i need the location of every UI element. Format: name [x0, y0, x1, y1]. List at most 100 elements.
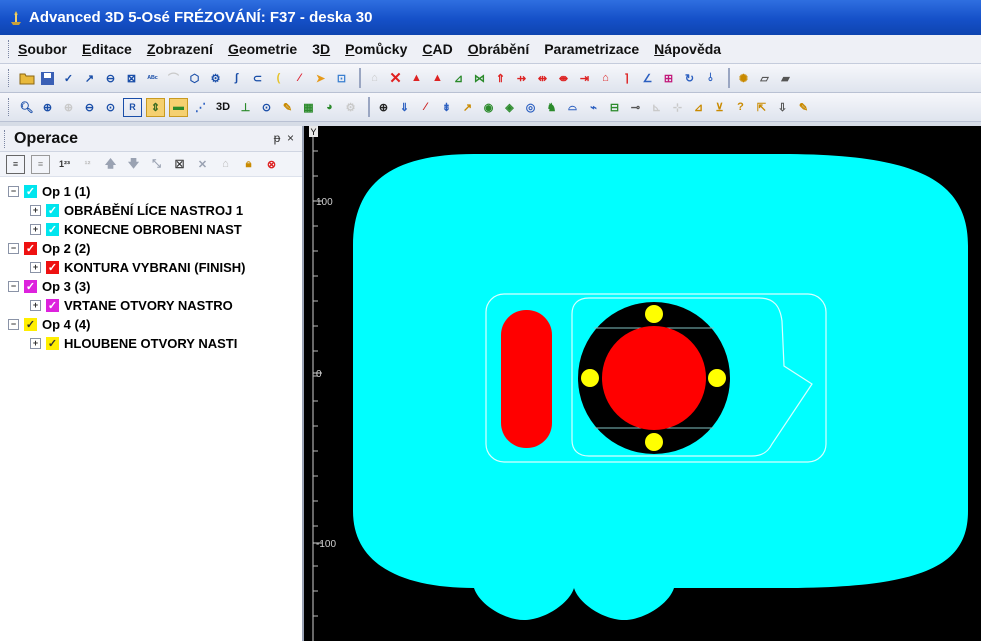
menu-parametrizace[interactable]: Parametrizace	[544, 41, 639, 57]
menu-obrabeni[interactable]: Obrábění	[468, 41, 529, 57]
pan-icon[interactable]: ⇕	[146, 97, 165, 117]
dimension-icon[interactable]: ⋰	[192, 99, 209, 116]
break-icon[interactable]: ⇸	[513, 70, 530, 87]
nc-icon[interactable]: ⊻	[711, 99, 728, 116]
corner-icon[interactable]: ⌉	[618, 70, 635, 87]
collapse-icon[interactable]: −	[8, 242, 19, 254]
arc-icon[interactable]: ↗	[81, 70, 98, 87]
toolbar-grip[interactable]	[8, 69, 12, 87]
toolbar-grip[interactable]	[8, 98, 12, 116]
menubar-grip[interactable]	[8, 40, 12, 58]
zoom-fit-icon[interactable]: ⊙	[102, 99, 119, 116]
undo-icon[interactable]: ⌂	[366, 70, 383, 87]
zoom-out-icon[interactable]: ⊖	[81, 99, 98, 116]
expand-icon[interactable]: +	[30, 204, 41, 216]
rectangle-icon[interactable]: ⊠	[123, 70, 140, 87]
polygon-icon[interactable]: ⬡	[186, 70, 203, 87]
postprocess-icon[interactable]: ⊿	[690, 99, 707, 116]
numbering-icon[interactable]: 1²³	[56, 156, 73, 173]
surface-edit-icon[interactable]: ▰	[777, 70, 794, 87]
edit-icon[interactable]: ✎	[795, 99, 812, 116]
checkbox-icon[interactable]: ✓	[46, 260, 59, 274]
split-icon[interactable]: ⇥	[576, 70, 593, 87]
tool-list-icon[interactable]: ⇩	[774, 99, 791, 116]
settings-icon[interactable]: ⚙	[342, 99, 359, 116]
checkbox-icon[interactable]: ✓	[24, 279, 37, 293]
redraw-icon[interactable]: R	[123, 97, 142, 117]
arrow-shape-icon[interactable]: ➤	[312, 70, 329, 87]
tangent-icon[interactable]: ∠	[639, 70, 656, 87]
menu-napoveda[interactable]: Nápověda	[654, 41, 721, 57]
verify-icon[interactable]: ⊾	[648, 99, 665, 116]
checkbox-icon[interactable]: ✓	[24, 241, 37, 255]
offset-icon[interactable]: ⊡	[333, 70, 350, 87]
simulation-icon[interactable]: ⊸	[627, 99, 644, 116]
spline-icon[interactable]: ʃ	[228, 70, 245, 87]
lock-icon[interactable]: 🔒︎	[240, 156, 257, 173]
fillet-icon[interactable]: ⌒	[165, 70, 182, 87]
menu-pomucky[interactable]: Pomůcky	[345, 41, 407, 57]
arc-yellow-icon[interactable]: (	[270, 70, 287, 87]
zoom-in-icon[interactable]: ⊕	[39, 99, 56, 116]
engrave-icon[interactable]: ♞	[543, 99, 560, 116]
pencil-icon[interactable]: ✎	[279, 99, 296, 116]
checkbox-icon[interactable]: ✓	[46, 222, 59, 236]
checkbox-icon[interactable]: ✓	[46, 298, 59, 312]
view-top-icon[interactable]: ⊥	[237, 99, 254, 116]
tree-item-op2[interactable]: − ✓ Op 2 (2)	[8, 239, 90, 257]
copy-icon[interactable]: ⌂	[217, 156, 234, 173]
save-icon[interactable]	[39, 70, 56, 87]
view-zoom-icon[interactable]: ⊙	[258, 99, 275, 116]
tree-item-kontura-vybrani[interactable]: + ✓ KONTURA VYBRANI (FINISH)	[30, 258, 246, 276]
parallel-icon[interactable]: ⊟	[606, 99, 623, 116]
zoom-window-icon[interactable]: ⊕	[60, 99, 77, 116]
rotate-icon[interactable]: ↻	[681, 70, 698, 87]
scale-icon[interactable]: ⊿	[450, 70, 467, 87]
surface-icon[interactable]: ▱	[756, 70, 773, 87]
ellipse-icon[interactable]: ⊂	[249, 70, 266, 87]
trim-up-icon[interactable]: ▲	[408, 70, 425, 87]
pocket-icon[interactable]: ◉	[480, 99, 497, 116]
collapse-icon[interactable]: −	[8, 185, 19, 197]
menu-zobrazeni[interactable]: Zobrazení	[147, 41, 213, 57]
chamfer-icon[interactable]: ⌂	[597, 70, 614, 87]
tree-item-op4[interactable]: − ✓ Op 4 (4)	[8, 315, 90, 333]
collapse-icon[interactable]: −	[8, 318, 19, 330]
delete-operation-icon[interactable]: ⊗	[263, 156, 280, 173]
checkbox-icon[interactable]: ✓	[46, 203, 59, 217]
part-drawing[interactable]: Y 100 0 -100	[304, 126, 981, 641]
island-icon[interactable]: ◈	[501, 99, 518, 116]
drill-icon[interactable]: ⇟	[438, 99, 455, 116]
origin-icon[interactable]: ⊕	[375, 99, 392, 116]
expand-icon[interactable]: +	[30, 261, 41, 273]
open-file-icon[interactable]	[18, 70, 35, 87]
gear-icon[interactable]: ⚙	[207, 70, 224, 87]
menu-soubor[interactable]: Soubor	[18, 41, 67, 57]
layer-icon[interactable]: ▦	[300, 99, 317, 116]
check-icon[interactable]: ✓	[60, 70, 77, 87]
view-3d-icon[interactable]: 3D	[213, 99, 233, 116]
list-icon[interactable]: ≡	[31, 154, 50, 174]
extend-icon[interactable]: ⇹	[534, 70, 551, 87]
panel-window-buttons[interactable]: ᵽ ×	[274, 131, 294, 145]
help-icon[interactable]: ?	[732, 99, 749, 116]
menu-3d[interactable]: 3D	[312, 41, 330, 57]
thread-icon[interactable]: ◎	[522, 99, 539, 116]
edit-operation-icon[interactable]: ☒	[171, 156, 188, 173]
points-icon[interactable]: ᴬᴮᶜ	[144, 70, 161, 87]
post-icon[interactable]: ⊹	[669, 99, 686, 116]
menu-geometrie[interactable]: Geometrie	[228, 41, 297, 57]
tree-item-obrabeni-lice[interactable]: + ✓ OBRÁBĚNÍ LÍCE NASTROJ 1	[30, 201, 243, 219]
shading-icon[interactable]: ▬	[169, 97, 188, 117]
graphics-viewport[interactable]: Y 100 0 -100	[304, 126, 981, 641]
chain-icon[interactable]: ↗	[459, 99, 476, 116]
move-down-icon[interactable]: 🡇	[125, 156, 142, 173]
renumber-icon[interactable]: ¹²	[79, 156, 96, 173]
menu-cad[interactable]: CAD	[422, 41, 452, 57]
tree-item-vrtane-otvory[interactable]: + ✓ VRTANE OTVORY NASTRO	[30, 296, 233, 314]
move-icon[interactable]: ⇑	[492, 70, 509, 87]
contour-icon[interactable]: ⌁	[585, 99, 602, 116]
regenerate-icon[interactable]: ⤡	[148, 156, 165, 173]
checkbox-icon[interactable]: ✓	[46, 336, 59, 350]
tool-icon[interactable]: ⇓	[396, 99, 413, 116]
